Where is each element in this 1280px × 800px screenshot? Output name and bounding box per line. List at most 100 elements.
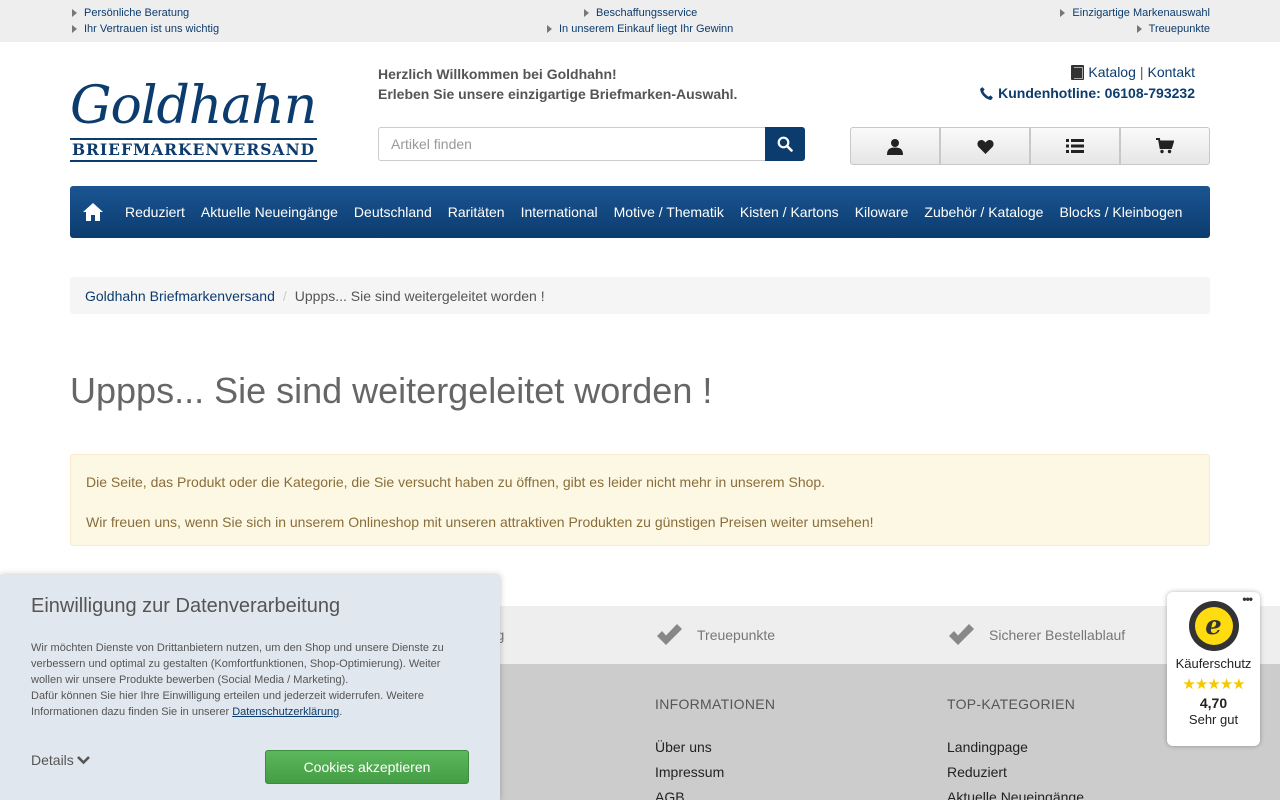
notice-text: Die Seite, das Produkt oder die Kategori…	[86, 474, 826, 490]
wishlist-button[interactable]	[940, 127, 1030, 165]
privacy-policy-link[interactable]: Datenschutzerklärung	[232, 706, 339, 718]
top-benefits-bar: Persönliche Beratung Ihr Vertrauen ist u…	[0, 0, 1280, 42]
contact-link[interactable]: Kontakt	[1148, 64, 1195, 80]
cookie-text: Wir möchten Dienste von Drittanbietern n…	[31, 640, 469, 720]
footer-heading: INFORMATIONEN	[655, 696, 776, 712]
benefit-label: Treuepunkte	[1148, 23, 1210, 35]
site-logo[interactable]: Goldhahn BRIEFMARKENVERSAND	[70, 78, 320, 168]
nav-item-deutschland[interactable]: Deutschland	[346, 204, 440, 220]
cookie-paragraph: Dafür können Sie hier Ihre Einwilligung …	[31, 688, 469, 720]
caret-right-icon	[584, 9, 589, 17]
welcome-line: Herzlich Willkommen bei Goldhahn!	[378, 66, 617, 82]
phone-icon	[980, 86, 994, 100]
caret-right-icon	[1060, 9, 1066, 17]
search-input[interactable]	[378, 127, 765, 161]
footer-link[interactable]: AGB	[655, 785, 775, 800]
cookie-details-toggle[interactable]: Details	[31, 752, 90, 768]
nav-item-kiloware[interactable]: Kiloware	[847, 204, 917, 220]
home-button[interactable]	[80, 199, 106, 225]
footer-link[interactable]: Reduziert	[947, 760, 1084, 785]
usp-item: Sicherer Bestellablauf	[947, 606, 1125, 664]
footer-link[interactable]: Landingpage	[947, 735, 1084, 760]
rating-value: 4,70	[1199, 695, 1228, 711]
checkmark-icon	[655, 623, 683, 647]
rating-text: Sehr gut	[1188, 712, 1239, 727]
caret-right-icon	[72, 25, 77, 33]
footer-column-informationen: INFORMATIONEN Über uns Impressum AGB	[655, 696, 775, 800]
nav-item-international[interactable]: International	[513, 204, 606, 220]
nav-item-neueingaenge[interactable]: Aktuelle Neueingänge	[193, 204, 346, 220]
benefit-label: Persönliche Beratung	[84, 7, 190, 19]
search-icon	[777, 136, 793, 152]
footer-link[interactable]: Über uns	[655, 735, 775, 760]
logo-tagline: BRIEFMARKENVERSAND	[70, 138, 317, 162]
benefit-label: Ihr Vertrauen ist uns wichtig	[84, 23, 220, 35]
benefit-item[interactable]: Einzigartige Markenauswahl	[1060, 5, 1210, 21]
nav-item-kisten[interactable]: Kisten / Kartons	[732, 204, 847, 220]
nav-item-raritaeten[interactable]: Raritäten	[440, 204, 513, 220]
more-options-icon[interactable]: •••	[1242, 592, 1253, 606]
header-links: Katalog | Kontakt Kundenhotline: 06108-7…	[979, 62, 1195, 101]
benefit-label: Beschaffungsservice	[596, 7, 698, 19]
list-icon	[1066, 139, 1084, 153]
breadcrumb: Goldhahn Briefmarkenversand / Uppps... S…	[70, 277, 1210, 314]
catalog-link[interactable]: Katalog	[1088, 64, 1135, 80]
hotline[interactable]: Kundenhotline: 06108-793232	[979, 85, 1195, 101]
cookie-paragraph-text: Dafür können Sie hier Ihre Einwilligung …	[31, 690, 424, 718]
usp-item: Treuepunkte	[655, 606, 775, 664]
breadcrumb-home-link[interactable]: Goldhahn Briefmarkenversand	[85, 288, 275, 304]
cookie-consent-panel: Einwilligung zur Datenverarbeitung Wir m…	[0, 575, 500, 800]
home-icon	[83, 203, 103, 221]
footer-link[interactable]: Aktuelle Neueingänge	[947, 785, 1084, 800]
user-icon	[887, 138, 903, 155]
footer-column-top-kategorien: TOP-KATEGORIEN Landingpage Reduziert Akt…	[947, 696, 1084, 800]
main-navigation: Reduziert Aktuelle Neueingänge Deutschla…	[70, 186, 1210, 238]
hotline-text: Kundenhotline: 06108-793232	[998, 85, 1195, 101]
search-button[interactable]	[765, 127, 805, 161]
benefit-item[interactable]: Treuepunkte	[1136, 21, 1210, 37]
rating-stars-icon: ★★★★★	[1182, 676, 1245, 693]
account-button[interactable]	[850, 127, 940, 165]
breadcrumb-separator: /	[282, 287, 287, 304]
nav-item-motive[interactable]: Motive / Thematik	[606, 204, 732, 220]
benefit-label: Einzigartige Markenauswahl	[1072, 7, 1210, 19]
checkmark-icon	[947, 623, 975, 647]
benefit-item[interactable]: In unserem Einkauf liegt Ihr Gewinn	[547, 21, 733, 37]
cookie-title: Einwilligung zur Datenverarbeitung	[31, 595, 341, 617]
cookie-paragraph: Wir möchten Dienste von Drittanbietern n…	[31, 642, 444, 686]
nav-item-reduziert[interactable]: Reduziert	[117, 204, 193, 220]
accept-cookies-button[interactable]: Cookies akzeptieren	[265, 750, 469, 784]
caret-right-icon	[547, 25, 552, 33]
trusted-shops-badge[interactable]: ••• e Käuferschutz ★★★★★ 4,70 Sehr gut	[1167, 592, 1260, 746]
usp-label: Sicherer Bestellablauf	[989, 627, 1126, 643]
page-title: Uppps... Sie sind weitergeleitet worden …	[70, 370, 713, 411]
cart-icon	[1156, 138, 1174, 154]
notice-text: Wir freuen uns, wenn Sie sich in unserem…	[86, 514, 874, 530]
cookie-paragraph-end: .	[339, 706, 343, 718]
welcome-line: Erleben Sie unsere einzigartige Briefmar…	[378, 86, 738, 102]
benefit-label: In unserem Einkauf liegt Ihr Gewinn	[559, 23, 734, 35]
caret-right-icon	[72, 9, 77, 17]
nav-item-blocks[interactable]: Blocks / Kleinbogen	[1051, 204, 1190, 220]
search-bar	[378, 127, 805, 161]
nav-item-zubehoer[interactable]: Zubehör / Kataloge	[916, 204, 1051, 220]
benefit-item[interactable]: Persönliche Beratung	[72, 5, 189, 21]
seal-letter: e	[1194, 607, 1233, 645]
caret-right-icon	[1136, 25, 1142, 33]
trusted-shops-seal-icon: e	[1188, 601, 1239, 651]
buyer-protection-label: Käuferschutz	[1175, 656, 1252, 671]
benefit-item[interactable]: Beschaffungsservice	[584, 5, 697, 21]
book-icon	[1071, 64, 1085, 80]
footer-heading: TOP-KATEGORIEN	[947, 696, 1076, 712]
link-separator: |	[1139, 64, 1144, 80]
footer-link[interactable]: Impressum	[655, 760, 775, 785]
welcome-text: Herzlich Willkommen bei Goldhahn! Erlebe…	[378, 64, 737, 104]
comparison-list-button[interactable]	[1030, 127, 1120, 165]
account-buttons	[850, 127, 1210, 165]
redirect-notice: Die Seite, das Produkt oder die Kategori…	[70, 454, 1210, 546]
breadcrumb-current: Uppps... Sie sind weitergeleitet worden …	[294, 287, 545, 304]
benefit-item[interactable]: Ihr Vertrauen ist uns wichtig	[72, 21, 219, 37]
cart-button[interactable]	[1120, 127, 1210, 165]
heart-icon	[976, 139, 994, 154]
chevron-down-icon	[76, 756, 90, 765]
